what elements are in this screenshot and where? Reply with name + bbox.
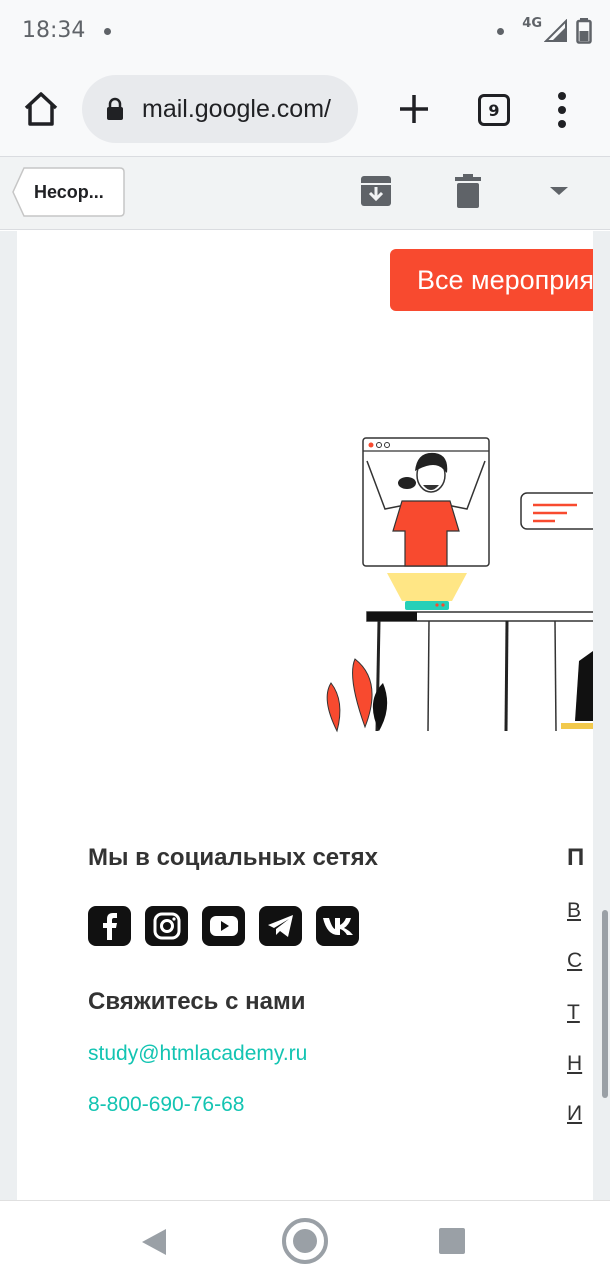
archive-icon[interactable]: [360, 175, 392, 207]
right-column-link[interactable]: С: [567, 949, 582, 973]
right-column-link[interactable]: В: [567, 899, 581, 923]
gmail-toolbar: Несор...: [0, 156, 610, 230]
home-circle-icon[interactable]: [280, 1216, 330, 1266]
notification-dot-icon: [104, 28, 111, 35]
facebook-icon[interactable]: [88, 906, 131, 946]
status-icons: 4G: [497, 14, 592, 48]
right-column-link[interactable]: Т: [567, 1001, 580, 1025]
right-column-link[interactable]: Н: [567, 1052, 582, 1076]
vk-icon[interactable]: [316, 906, 359, 946]
home-icon[interactable]: [20, 88, 62, 130]
tabs-icon[interactable]: 9: [478, 94, 510, 126]
back-to-folder-button[interactable]: Несор...: [12, 167, 125, 217]
youtube-icon[interactable]: [202, 906, 245, 946]
system-nav-bar: [0, 1200, 610, 1280]
status-bar: 18:34 4G: [0, 0, 610, 64]
back-triangle-icon[interactable]: [140, 1227, 168, 1257]
email-body: Все мероприятия: [17, 231, 593, 1200]
network-type-label: 4G: [522, 15, 542, 31]
social-section-title: Мы в социальных сетях: [88, 844, 378, 871]
instagram-icon[interactable]: [145, 906, 188, 946]
contact-section-title: Свяжитесь с нами: [88, 988, 306, 1015]
back-chip-label: Несор...: [34, 182, 104, 202]
signal-icon: [544, 19, 567, 42]
delete-icon[interactable]: [455, 174, 481, 208]
scrollbar[interactable]: [602, 910, 608, 1098]
more-down-icon[interactable]: [546, 183, 572, 199]
notification-dot-icon: [497, 27, 505, 35]
more-vert-icon[interactable]: [552, 91, 572, 129]
recents-square-icon[interactable]: [439, 1228, 465, 1254]
right-column-title: П: [567, 844, 585, 871]
browser-toolbar: mail.google.com/ 9: [0, 64, 610, 156]
right-column-link[interactable]: И: [567, 1102, 582, 1126]
battery-icon: [576, 18, 592, 44]
lock-icon: [107, 97, 123, 120]
contact-email-link[interactable]: study@htmlacademy.ru: [88, 1042, 307, 1066]
webinar-illustration: [326, 437, 593, 733]
address-bar[interactable]: mail.google.com/: [82, 75, 358, 143]
telegram-icon[interactable]: [259, 906, 302, 946]
social-icons-row: [88, 906, 359, 946]
contact-phone-link[interactable]: 8-800-690-76-68: [88, 1093, 244, 1117]
plus-icon[interactable]: [394, 89, 434, 129]
all-events-button[interactable]: Все мероприятия: [390, 249, 593, 311]
url-text: mail.google.com/: [142, 95, 331, 123]
status-time: 18:34: [22, 18, 86, 43]
